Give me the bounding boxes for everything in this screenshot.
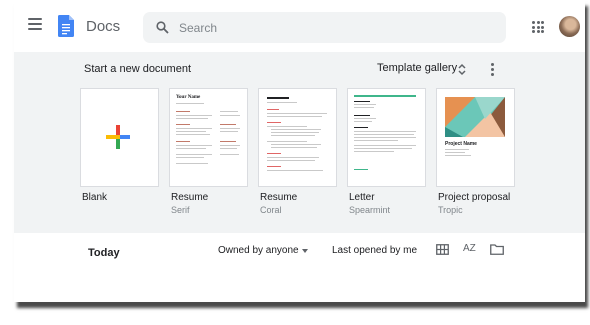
template-card-letter-spearmint[interactable]: [347, 88, 426, 187]
template-subtitle-serif: Serif: [171, 205, 190, 215]
template-subtitle-tropic: Tropic: [438, 205, 463, 215]
template-card-resume-serif[interactable]: Your Name: [169, 88, 248, 187]
grid-view-icon[interactable]: [436, 244, 449, 255]
unfold-more-icon[interactable]: [458, 63, 466, 76]
more-vert-icon[interactable]: [491, 63, 495, 76]
recent-documents-section: Today Owned by anyone Last opened by me …: [14, 233, 585, 302]
search-input[interactable]: [179, 12, 489, 43]
owner-filter-dropdown[interactable]: Owned by anyone: [218, 245, 299, 256]
template-name-resume-coral[interactable]: Resume: [260, 192, 297, 203]
resume-serif-heading: Your Name: [176, 95, 201, 100]
avatar[interactable]: [559, 16, 580, 37]
app-title[interactable]: Docs: [86, 18, 120, 35]
template-name-resume-serif[interactable]: Resume: [171, 192, 208, 203]
gallery-title: Start a new document: [84, 63, 192, 75]
tropic-cover-graphic: [445, 97, 505, 137]
docs-logo-icon[interactable]: [58, 15, 74, 37]
folder-icon[interactable]: [490, 244, 504, 255]
apps-grid-icon[interactable]: [532, 21, 544, 33]
template-name-blank[interactable]: Blank: [82, 192, 107, 203]
search-bar[interactable]: [143, 12, 506, 43]
template-name-letter[interactable]: Letter: [349, 192, 375, 203]
top-bar: Docs: [14, 0, 585, 52]
docs-home-window: Docs Start a new document Template galle…: [14, 0, 585, 302]
chevron-down-icon[interactable]: [302, 249, 308, 253]
template-gallery-section: Start a new document Template gallery Bl…: [14, 52, 585, 233]
template-card-project-proposal[interactable]: Project Name: [436, 88, 515, 187]
sort-az-icon[interactable]: AZ: [463, 243, 476, 254]
template-card-resume-coral[interactable]: [258, 88, 337, 187]
search-icon[interactable]: [156, 21, 169, 34]
google-plus-icon: [106, 125, 130, 149]
sort-by-last-opened[interactable]: Last opened by me: [332, 245, 417, 256]
template-gallery-button[interactable]: Template gallery: [377, 62, 457, 74]
proposal-heading: Project Name: [445, 141, 477, 147]
template-name-project-proposal[interactable]: Project proposal: [438, 192, 510, 203]
menu-icon[interactable]: [28, 18, 42, 30]
section-title-today: Today: [88, 247, 120, 259]
template-subtitle-spearmint: Spearmint: [349, 205, 391, 215]
template-card-blank[interactable]: [80, 88, 159, 187]
template-subtitle-coral: Coral: [260, 205, 282, 215]
